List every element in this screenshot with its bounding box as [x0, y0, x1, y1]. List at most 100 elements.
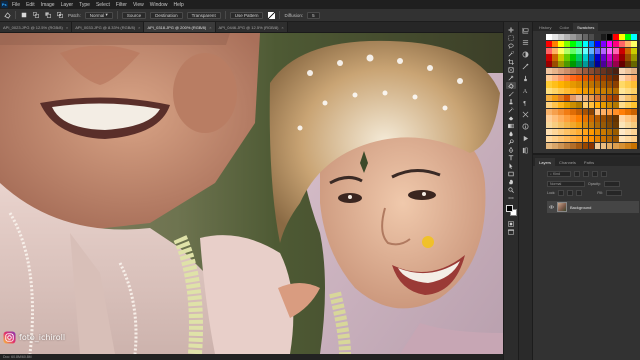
opacity-field[interactable]: [603, 180, 620, 187]
color-swatch[interactable]: [606, 61, 613, 68]
color-swatch[interactable]: [588, 95, 595, 102]
color-swatch[interactable]: [619, 101, 625, 108]
color-swatch[interactable]: [576, 34, 582, 41]
color-swatch[interactable]: [558, 135, 564, 142]
color-swatch[interactable]: [619, 54, 625, 61]
dodge-tool-icon[interactable]: [506, 138, 516, 145]
color-swatch[interactable]: [558, 122, 564, 129]
photoshop-logo-icon[interactable]: Ps: [0, 0, 9, 9]
color-swatch[interactable]: [564, 108, 570, 115]
color-swatch[interactable]: [594, 135, 601, 142]
color-swatch[interactable]: [631, 88, 637, 95]
color-swatch[interactable]: [594, 88, 601, 95]
screen-mode-icon[interactable]: [506, 228, 516, 235]
eraser-tool-icon[interactable]: [506, 114, 516, 121]
libraries-panel-icon[interactable]: [521, 146, 530, 155]
color-swatch[interactable]: [600, 135, 607, 142]
close-icon[interactable]: ×: [138, 25, 140, 30]
visibility-eye-icon[interactable]: [549, 205, 554, 209]
color-swatch[interactable]: [588, 54, 595, 61]
color-swatch[interactable]: [600, 81, 607, 88]
color-swatch[interactable]: [619, 81, 625, 88]
color-swatch[interactable]: [570, 108, 576, 115]
color-swatch[interactable]: [588, 128, 595, 136]
zoom-tool-icon[interactable]: [506, 186, 516, 193]
color-swatch[interactable]: [600, 47, 607, 54]
color-swatch[interactable]: [558, 115, 564, 122]
color-swatch[interactable]: [582, 142, 589, 149]
color-swatch[interactable]: [570, 101, 576, 108]
color-swatch[interactable]: [613, 61, 619, 68]
layer-row[interactable]: Background: [547, 201, 639, 213]
color-swatch[interactable]: [594, 122, 601, 129]
color-swatch[interactable]: [594, 47, 601, 54]
info-panel-icon[interactable]: [521, 122, 530, 131]
color-swatch[interactable]: [625, 115, 631, 122]
lasso-tool-icon[interactable]: [506, 42, 516, 49]
color-swatch[interactable]: [546, 61, 552, 68]
color-swatch[interactable]: [552, 81, 558, 88]
eyedropper-tool-icon[interactable]: [506, 74, 516, 81]
menu-view[interactable]: View: [133, 2, 144, 8]
color-swatch[interactable]: [625, 108, 631, 115]
frame-tool-icon[interactable]: [506, 66, 516, 73]
brush-tool-icon[interactable]: [506, 90, 516, 97]
color-swatch[interactable]: [576, 47, 582, 54]
color-swatch[interactable]: [552, 61, 558, 68]
color-swatch[interactable]: [613, 128, 619, 136]
color-swatch[interactable]: [613, 101, 619, 108]
color-swatch[interactable]: [546, 122, 552, 129]
color-swatch[interactable]: [558, 67, 564, 75]
color-swatch[interactable]: [625, 40, 631, 47]
color-swatch[interactable]: [564, 95, 570, 102]
color-swatch[interactable]: [576, 88, 582, 95]
gradient-tool-icon[interactable]: [506, 122, 516, 129]
color-swatch[interactable]: [552, 47, 558, 54]
color-swatch[interactable]: [613, 142, 619, 149]
color-swatch[interactable]: [576, 122, 582, 129]
color-swatch[interactable]: [594, 67, 601, 75]
new-selection-icon[interactable]: [20, 11, 28, 19]
menu-layer[interactable]: Layer: [61, 2, 74, 8]
color-swatch[interactable]: [552, 74, 558, 81]
crop-tool-icon[interactable]: [506, 58, 516, 65]
quick-selection-tool-icon[interactable]: [506, 50, 516, 57]
color-swatch[interactable]: [558, 128, 564, 136]
color-swatch[interactable]: [552, 142, 558, 149]
history-brush-tool-icon[interactable]: [506, 106, 516, 113]
menu-window[interactable]: Window: [150, 2, 168, 8]
color-swatch[interactable]: [582, 67, 589, 75]
color-swatch[interactable]: [625, 54, 631, 61]
color-swatch[interactable]: [582, 95, 589, 102]
color-swatch[interactable]: [631, 101, 637, 108]
color-swatch[interactable]: [582, 47, 589, 54]
color-swatch[interactable]: [570, 135, 576, 142]
color-swatch[interactable]: [564, 34, 570, 41]
color-swatch[interactable]: [558, 95, 564, 102]
color-swatch[interactable]: [546, 108, 552, 115]
color-swatch[interactable]: [558, 81, 564, 88]
color-swatch[interactable]: [619, 95, 625, 102]
color-swatch[interactable]: [588, 115, 595, 122]
color-swatch[interactable]: [570, 122, 576, 129]
pattern-picker-icon[interactable]: [267, 11, 275, 19]
color-swatch[interactable]: [564, 61, 570, 68]
color-swatch[interactable]: [619, 128, 625, 136]
color-swatch[interactable]: [546, 88, 552, 95]
close-icon[interactable]: ×: [66, 25, 68, 30]
color-swatch[interactable]: [606, 47, 613, 54]
color-swatch[interactable]: [588, 122, 595, 129]
color-swatch[interactable]: [546, 128, 552, 136]
color-swatch[interactable]: [600, 115, 607, 122]
color-swatch[interactable]: [570, 128, 576, 136]
transparent-button[interactable]: Transparent: [186, 11, 221, 19]
color-swatch[interactable]: [631, 67, 637, 75]
add-to-selection-icon[interactable]: [32, 11, 40, 19]
color-swatch[interactable]: [588, 47, 595, 54]
color-swatch[interactable]: [594, 128, 601, 136]
color-swatch[interactable]: [600, 122, 607, 129]
color-swatch[interactable]: [576, 74, 582, 81]
color-swatch[interactable]: [582, 128, 589, 136]
color-swatch[interactable]: [570, 61, 576, 68]
color-swatch[interactable]: [613, 81, 619, 88]
